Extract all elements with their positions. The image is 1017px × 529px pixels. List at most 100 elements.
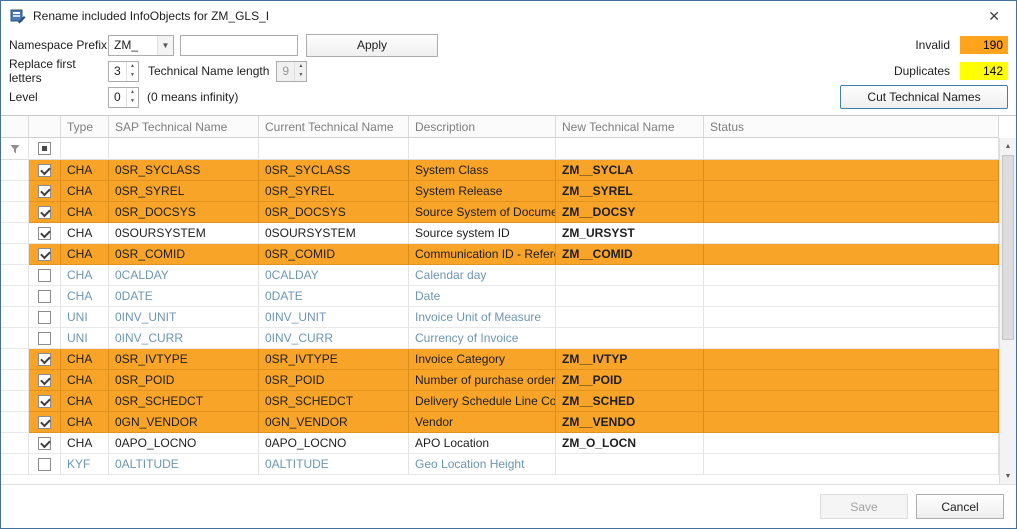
table-row[interactable]: CHA 0SR_SYCLASS 0SR_SYCLASS System Class… (1, 160, 999, 181)
cell-sap-technical-name: 0APO_LOCNO (109, 433, 259, 454)
cell-new-technical-name: ZM__VENDO (556, 412, 704, 433)
cell-new-technical-name: ZM_O_LOCN (556, 433, 704, 454)
cell-new-technical-name (556, 286, 704, 307)
table-row[interactable]: CHA 0SR_DOCSYS 0SR_DOCSYS Source System … (1, 202, 999, 223)
chevron-down-icon[interactable]: ▼ (157, 36, 173, 55)
cell-type: CHA (61, 223, 109, 244)
row-checkbox[interactable] (38, 332, 51, 345)
namespace-prefix-value: ZM_ (109, 38, 157, 52)
row-indicator (1, 391, 29, 412)
cell-current-technical-name: 0SR_DOCSYS (259, 202, 409, 223)
row-checkbox-cell (29, 454, 61, 475)
table-row[interactable]: CHA 0SR_IVTYPE 0SR_IVTYPE Invoice Catego… (1, 349, 999, 370)
cell-type: CHA (61, 370, 109, 391)
scrollbar-thumb[interactable] (1002, 155, 1014, 340)
table-row[interactable]: CHA 0SR_SYREL 0SR_SYREL System Release Z… (1, 181, 999, 202)
row-checkbox[interactable] (38, 416, 51, 429)
cut-technical-names-button[interactable]: Cut Technical Names (840, 85, 1008, 109)
table-row[interactable]: CHA 0SOURSYSTEM 0SOURSYSTEM Source syste… (1, 223, 999, 244)
spin-down-icon[interactable]: ▼ (127, 97, 138, 107)
row-checkbox[interactable] (38, 353, 51, 366)
cell-new-technical-name: ZM_URSYST (556, 223, 704, 244)
row-checkbox-cell (29, 202, 61, 223)
cell-new-technical-name: ZM__SYREL (556, 181, 704, 202)
table-row[interactable]: UNI 0INV_CURR 0INV_CURR Currency of Invo… (1, 328, 999, 349)
cell-status (704, 328, 999, 349)
row-checkbox[interactable] (38, 458, 51, 471)
row-checkbox[interactable] (38, 227, 51, 240)
column-header-status[interactable]: Status (704, 116, 999, 138)
cell-status (704, 223, 999, 244)
cell-type: CHA (61, 433, 109, 454)
column-header-new-technical-name[interactable]: New Technical Name (556, 116, 704, 138)
cell-sap-technical-name: 0ALTITUDE (109, 454, 259, 475)
table-row[interactable]: CHA 0APO_LOCNO 0APO_LOCNO APO Location Z… (1, 433, 999, 454)
column-header-type[interactable]: Type (61, 116, 109, 138)
table-row[interactable]: CHA 0DATE 0DATE Date (1, 286, 999, 307)
grid-header-row: Type SAP Technical Name Current Technica… (1, 116, 999, 138)
row-checkbox[interactable] (38, 311, 51, 324)
select-all-cell[interactable] (29, 138, 61, 160)
table-row[interactable]: KYF 0ALTITUDE 0ALTITUDE Geo Location Hei… (1, 454, 999, 475)
scroll-down-icon[interactable]: ▼ (1000, 468, 1016, 484)
row-checkbox[interactable] (38, 206, 51, 219)
cell-new-technical-name: ZM__COMID (556, 244, 704, 265)
row-checkbox[interactable] (38, 269, 51, 282)
cell-new-technical-name (556, 265, 704, 286)
cell-description: APO Location (409, 433, 556, 454)
cell-status (704, 307, 999, 328)
spin-down-icon[interactable]: ▼ (127, 71, 138, 81)
stepper-arrows[interactable]: ▲▼ (126, 88, 138, 107)
filter-cell-description[interactable] (409, 138, 556, 160)
column-header-description[interactable]: Description (409, 116, 556, 138)
filter-cell-status[interactable] (704, 138, 999, 160)
cell-current-technical-name: 0INV_CURR (259, 328, 409, 349)
row-checkbox[interactable] (38, 290, 51, 303)
row-checkbox[interactable] (38, 437, 51, 450)
spin-up-icon[interactable]: ▲ (127, 62, 138, 72)
filter-cell-current-name[interactable] (259, 138, 409, 160)
filter-icon-cell[interactable] (1, 138, 29, 160)
table-row[interactable]: CHA 0GN_VENDOR 0GN_VENDOR Vendor ZM__VEN… (1, 412, 999, 433)
cell-description: System Release (409, 181, 556, 202)
table-row[interactable]: CHA 0SR_COMID 0SR_COMID Communication ID… (1, 244, 999, 265)
namespace-prefix-combo[interactable]: ZM_ ▼ (108, 35, 174, 56)
select-all-checkbox[interactable] (38, 142, 51, 155)
cell-description: Communication ID - Refere... (409, 244, 556, 265)
row-checkbox[interactable] (38, 395, 51, 408)
replace-first-letters-stepper[interactable]: 3 ▲▼ (108, 61, 139, 82)
row-checkbox[interactable] (38, 374, 51, 387)
cell-sap-technical-name: 0SR_SYREL (109, 181, 259, 202)
table-row[interactable]: CHA 0SR_SCHEDCT 0SR_SCHEDCT Delivery Sch… (1, 391, 999, 412)
table-row[interactable]: CHA 0CALDAY 0CALDAY Calendar day (1, 265, 999, 286)
column-header-sap-technical-name[interactable]: SAP Technical Name (109, 116, 259, 138)
stepper-arrows[interactable]: ▲▼ (126, 62, 138, 81)
column-header-current-technical-name[interactable]: Current Technical Name (259, 116, 409, 138)
spin-up-icon[interactable]: ▲ (127, 88, 138, 98)
cell-type: CHA (61, 265, 109, 286)
cell-current-technical-name: 0SR_SYREL (259, 181, 409, 202)
row-indicator (1, 454, 29, 475)
duplicates-label: Duplicates (894, 64, 950, 78)
filter-cell-type[interactable] (61, 138, 109, 160)
scrollbar-track[interactable] (1000, 154, 1016, 468)
row-checkbox[interactable] (38, 164, 51, 177)
vertical-scrollbar[interactable]: ▲ ▼ (999, 138, 1016, 484)
cancel-button[interactable]: Cancel (916, 494, 1004, 519)
form-left: Namespace Prefix ZM_ ▼ Apply Replace fir… (9, 32, 438, 112)
apply-button[interactable]: Apply (306, 34, 438, 57)
filter-funnel-icon (9, 143, 21, 155)
cell-sap-technical-name: 0CALDAY (109, 265, 259, 286)
scroll-up-icon[interactable]: ▲ (1000, 138, 1016, 154)
filter-cell-sap-name[interactable] (109, 138, 259, 160)
filter-cell-new-name[interactable] (556, 138, 704, 160)
table-row[interactable]: UNI 0INV_UNIT 0INV_UNIT Invoice Unit of … (1, 307, 999, 328)
row-checkbox[interactable] (38, 185, 51, 198)
save-button[interactable]: Save (820, 494, 908, 519)
close-icon[interactable]: ✕ (981, 7, 1007, 26)
cell-status (704, 160, 999, 181)
row-checkbox[interactable] (38, 248, 51, 261)
table-row[interactable]: CHA 0SR_POID 0SR_POID Number of purchase… (1, 370, 999, 391)
level-stepper[interactable]: 0 ▲▼ (108, 87, 139, 108)
namespace-suffix-input[interactable] (180, 35, 298, 56)
